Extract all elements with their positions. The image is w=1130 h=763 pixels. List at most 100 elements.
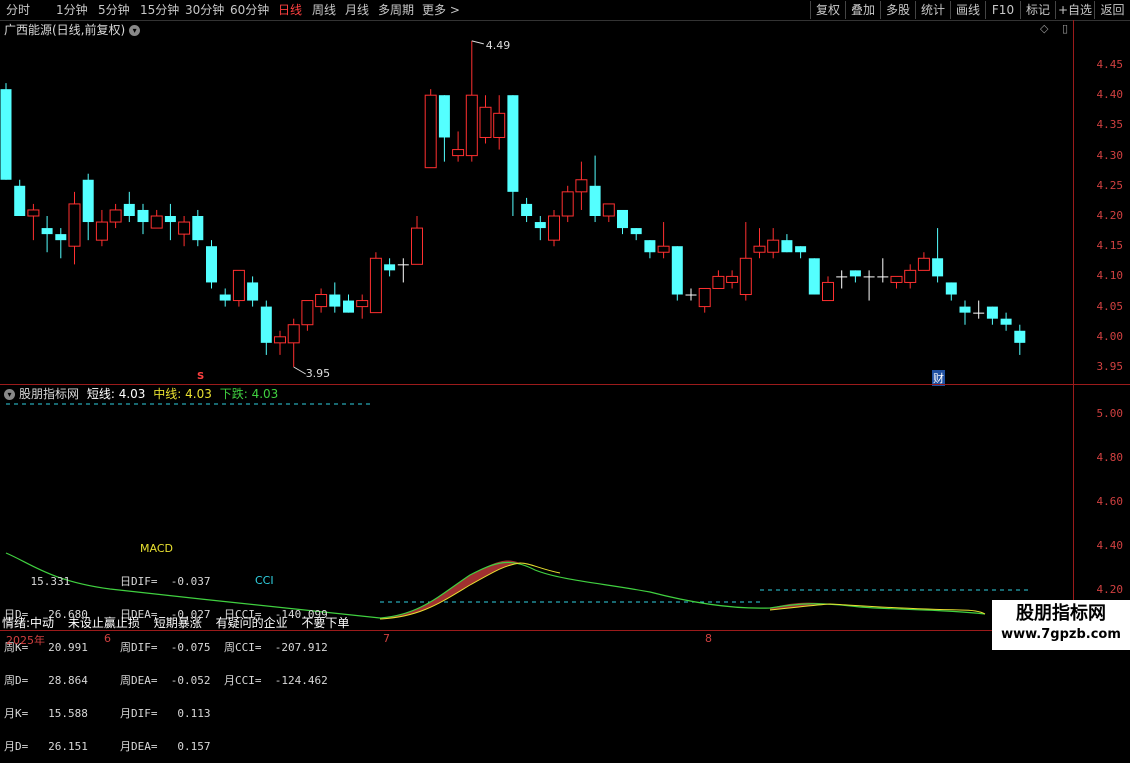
candle[interactable] (68, 191, 81, 265)
candle[interactable] (82, 173, 94, 241)
candle[interactable] (521, 197, 533, 223)
candle[interactable] (178, 216, 191, 247)
candle[interactable] (698, 287, 711, 313)
candle[interactable] (630, 228, 642, 241)
candle[interactable] (712, 270, 725, 289)
period-tab-5min[interactable]: 5分钟 (98, 2, 130, 18)
period-tab-weekly[interactable]: 周线 (312, 2, 336, 18)
period-tab-multi[interactable]: 多周期 (378, 2, 414, 18)
candle[interactable] (274, 330, 286, 355)
period-tab-30min[interactable]: 30分钟 (185, 2, 224, 18)
statistics-button[interactable]: 统计 (915, 1, 950, 19)
candle[interactable] (109, 203, 122, 229)
candle[interactable] (356, 294, 369, 319)
candle[interactable] (452, 131, 465, 162)
candle[interactable] (890, 275, 903, 289)
period-tab-15min[interactable]: 15分钟 (140, 2, 179, 18)
candle[interactable] (781, 234, 793, 253)
candle[interactable] (315, 288, 328, 313)
candle[interactable] (808, 258, 820, 295)
candle[interactable] (602, 203, 615, 223)
candle[interactable] (904, 264, 917, 289)
f10-button[interactable]: F10 (985, 1, 1020, 19)
candle[interactable] (397, 258, 409, 283)
candle[interactable] (836, 270, 848, 289)
candle[interactable] (644, 240, 656, 259)
candle[interactable] (767, 228, 780, 259)
candle-body (657, 245, 670, 253)
back-button[interactable]: 返回 (1094, 1, 1130, 19)
candle[interactable] (438, 95, 450, 162)
candle[interactable] (575, 161, 588, 210)
candle[interactable] (959, 300, 971, 325)
candle[interactable] (726, 270, 739, 289)
candle[interactable] (479, 95, 492, 144)
candle[interactable] (507, 95, 519, 216)
candle-body (465, 94, 478, 157)
candle[interactable] (863, 270, 875, 301)
period-tab-1min[interactable]: 1分钟 (56, 2, 88, 18)
multi-stock-button[interactable]: 多股 (880, 1, 915, 19)
candle[interactable] (411, 216, 423, 265)
mark-button[interactable]: 标记 (1020, 1, 1055, 19)
candle[interactable] (739, 222, 752, 301)
sell-signal-marker[interactable]: S (197, 371, 204, 382)
candle[interactable] (329, 282, 341, 313)
candle[interactable] (150, 209, 163, 229)
candle[interactable] (206, 240, 217, 289)
candle[interactable] (589, 155, 601, 223)
candle[interactable] (561, 185, 574, 223)
candle[interactable] (384, 258, 396, 277)
candle[interactable] (424, 89, 437, 169)
candle[interactable] (41, 216, 53, 253)
candle[interactable] (685, 288, 697, 301)
period-tab-60min[interactable]: 60分钟 (230, 2, 269, 18)
candle[interactable] (945, 282, 957, 301)
candle[interactable] (617, 209, 628, 235)
candle[interactable] (343, 294, 354, 313)
candle[interactable] (287, 318, 300, 367)
candle[interactable] (301, 300, 314, 331)
candle[interactable] (657, 222, 670, 259)
candle[interactable] (27, 203, 40, 241)
add-watchlist-button[interactable]: +自选 (1055, 1, 1094, 19)
tag-surge: 短期暴涨 (153, 616, 202, 630)
candle[interactable] (917, 252, 930, 271)
candle[interactable] (795, 246, 807, 259)
candle[interactable] (164, 203, 176, 241)
candle[interactable] (493, 95, 506, 150)
candle[interactable] (14, 179, 26, 216)
period-tab-intraday[interactable]: 分时 (6, 2, 30, 18)
candle[interactable] (986, 306, 998, 325)
candle[interactable] (932, 228, 944, 283)
candle[interactable] (877, 258, 889, 283)
candle[interactable] (1000, 312, 1012, 331)
candle[interactable] (232, 269, 245, 307)
candle[interactable] (1014, 324, 1026, 355)
period-tab-more[interactable]: 更多 > (422, 2, 460, 18)
candle[interactable] (123, 191, 135, 223)
adjust-button[interactable]: 复权 (810, 1, 845, 19)
candle[interactable] (534, 216, 546, 241)
candle[interactable] (671, 246, 683, 301)
candle[interactable] (822, 276, 834, 302)
candle[interactable] (219, 288, 231, 307)
candle[interactable] (753, 228, 766, 259)
candle[interactable] (369, 252, 382, 314)
candle[interactable] (548, 209, 560, 247)
candle[interactable] (95, 209, 108, 247)
candle[interactable] (465, 40, 478, 162)
candle[interactable] (55, 228, 67, 259)
candle[interactable] (192, 209, 204, 247)
draw-line-button[interactable]: 画线 (950, 1, 985, 19)
candle[interactable] (247, 276, 259, 307)
candle[interactable] (137, 203, 149, 235)
period-tab-monthly[interactable]: 月线 (345, 2, 369, 18)
period-tab-daily[interactable]: 日线 (278, 2, 302, 18)
overlay-button[interactable]: 叠加 (845, 1, 880, 19)
candle[interactable] (260, 300, 272, 355)
candle[interactable] (973, 300, 985, 319)
tag-emotion: 情绪:中动 (2, 616, 55, 630)
candle[interactable] (0, 83, 12, 180)
candle[interactable] (849, 270, 861, 283)
